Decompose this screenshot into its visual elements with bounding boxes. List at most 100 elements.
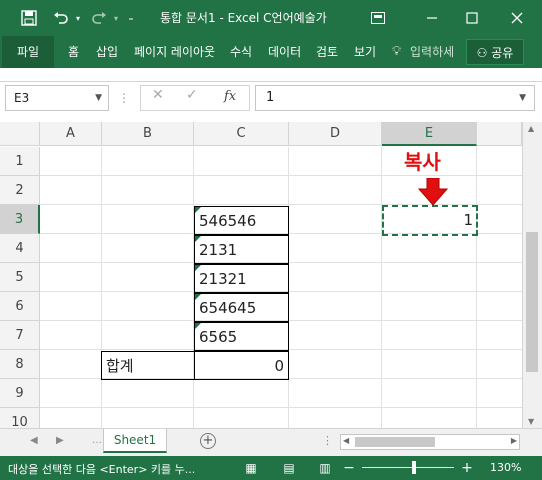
number-as-text-indicator <box>195 236 201 242</box>
close-icon[interactable] <box>505 8 529 28</box>
row-header-3[interactable]: 3 <box>0 205 40 234</box>
next-sheet-icon[interactable]: ▶ <box>56 435 64 446</box>
row-header-5[interactable]: 5 <box>0 263 40 292</box>
title-bar: ▾ ▾ ₌ 통합 문서1 - Excel C언어예술가 <box>0 0 542 36</box>
column-header-b[interactable]: B <box>102 122 194 146</box>
undo-dropdown-icon[interactable]: ▾ <box>72 8 84 28</box>
enter-icon[interactable]: ✓ <box>186 87 198 103</box>
number-as-text-indicator <box>195 207 201 213</box>
zoom-slider[interactable] <box>362 467 454 468</box>
vertical-scroll-thumb[interactable] <box>526 232 538 372</box>
number-as-text-indicator <box>195 294 201 300</box>
expand-formula-icon[interactable]: ▼ <box>519 86 526 110</box>
tab-review[interactable]: 검토 <box>316 36 338 68</box>
ribbon-display-icon[interactable] <box>368 8 388 28</box>
cell-c8-value: 0 <box>274 357 284 375</box>
add-sheet-icon[interactable]: + <box>200 433 216 449</box>
tab-file[interactable]: 파일 <box>2 36 54 68</box>
name-box-value: E3 <box>14 91 30 105</box>
page-layout-view-icon[interactable]: ▤ <box>280 459 298 477</box>
previous-sheet-icon[interactable]: ◀ <box>30 435 38 446</box>
status-bar: 대상을 선택한 다음 <Enter> 키를 누... ▦ ▤ ▥ − + 130… <box>0 456 542 480</box>
row-header-8[interactable]: 8 <box>0 350 40 379</box>
row-header-4[interactable]: 4 <box>0 234 40 263</box>
formula-input[interactable]: 1 ▼ <box>255 85 535 111</box>
cancel-icon[interactable]: ✕ <box>152 87 164 103</box>
minimize-icon[interactable] <box>420 8 444 28</box>
zoom-level[interactable]: 130% <box>490 461 521 474</box>
normal-view-icon[interactable]: ▦ <box>242 459 260 477</box>
name-box-dropdown-icon[interactable]: ▼ <box>95 86 102 110</box>
cell-c8[interactable]: 0 <box>194 351 289 380</box>
formula-bar: E3 ▼ ⋮ ✕ ✓ fx 1 ▼ <box>0 82 542 118</box>
horizontal-scrollbar[interactable]: ◀ ▶ <box>340 434 520 450</box>
number-as-text-indicator <box>195 265 201 271</box>
cell-c3-value: 546546 <box>199 212 257 230</box>
column-header-f[interactable] <box>477 122 522 146</box>
tab-insert[interactable]: 삽입 <box>96 36 118 68</box>
cell-b8[interactable]: 합계 <box>101 351 195 380</box>
status-message: 대상을 선택한 다음 <Enter> 키를 누... <box>8 463 196 476</box>
cell-c4-value: 2131 <box>199 241 238 259</box>
cell-c7[interactable]: 6565 <box>194 322 289 351</box>
sheet-tab-sheet1[interactable]: Sheet1 <box>103 429 167 453</box>
zoom-out-icon[interactable]: − <box>340 459 358 477</box>
tab-more-icon[interactable]: … <box>92 435 102 446</box>
scroll-up-icon[interactable]: ▲ <box>528 124 534 133</box>
undo-icon[interactable] <box>50 8 72 28</box>
column-header-e[interactable]: E <box>382 122 477 146</box>
tab-page-layout[interactable]: 페이지 레이아웃 <box>134 36 215 68</box>
column-header-c[interactable]: C <box>194 122 289 146</box>
formula-value: 1 <box>266 90 275 105</box>
scroll-down-icon[interactable]: ▼ <box>528 417 534 426</box>
tab-view[interactable]: 보기 <box>354 36 376 68</box>
zoom-in-icon[interactable]: + <box>458 459 476 477</box>
save-icon[interactable] <box>18 8 40 28</box>
cell-c6-value: 654645 <box>199 299 257 317</box>
copy-annotation: 복사 <box>404 150 441 174</box>
row-header-2[interactable]: 2 <box>0 176 40 205</box>
row-header-7[interactable]: 7 <box>0 321 40 350</box>
tab-home[interactable]: 홈 <box>68 36 79 68</box>
scroll-right-icon[interactable]: ▶ <box>511 436 517 445</box>
cell-c5-value: 21321 <box>199 270 247 288</box>
quick-access-menu-icon[interactable]: ₌ <box>124 8 138 28</box>
tab-data[interactable]: 데이터 <box>268 36 301 68</box>
share-button[interactable]: ⚇ 공유 <box>466 39 524 65</box>
horizontal-scroll-thumb[interactable] <box>355 437 435 447</box>
number-as-text-indicator <box>195 323 201 329</box>
insert-function-icon[interactable]: fx <box>224 89 236 104</box>
row-header-6[interactable]: 6 <box>0 292 40 321</box>
scroll-left-icon[interactable]: ◀ <box>343 436 349 445</box>
tab-formulas[interactable]: 수식 <box>230 36 252 68</box>
row-header-10[interactable]: 10 <box>0 408 40 428</box>
cell-c3[interactable]: 546546 <box>194 206 289 235</box>
person-icon: ⚇ <box>476 46 488 60</box>
lightbulb-icon[interactable]: 💡︎ <box>392 36 401 68</box>
redo-dropdown-icon[interactable]: ▾ <box>110 8 122 28</box>
down-arrow-icon <box>418 178 448 206</box>
cell-c6[interactable]: 654645 <box>194 293 289 322</box>
cell-c4[interactable]: 2131 <box>194 235 289 264</box>
tab-split-icon[interactable]: ⋮ <box>322 434 333 447</box>
window-title: 통합 문서1 - Excel C언어예술가 <box>160 11 327 25</box>
vertical-scrollbar[interactable]: ▲ ▼ <box>522 122 542 428</box>
sheet-tab-bar: ◀ ▶ … Sheet1 + ⋮ ◀ ▶ <box>0 428 542 456</box>
row-header-9[interactable]: 9 <box>0 379 40 408</box>
select-all-corner[interactable] <box>0 122 40 146</box>
page-break-preview-icon[interactable]: ▥ <box>316 459 334 477</box>
zoom-slider-thumb[interactable] <box>412 461 416 474</box>
cell-c7-value: 6565 <box>199 328 238 346</box>
tell-me-input[interactable]: 입력하세 <box>410 36 454 68</box>
cell-e3[interactable]: 1 <box>382 206 477 235</box>
name-box[interactable]: E3 ▼ <box>5 85 109 111</box>
column-header-a[interactable]: A <box>40 122 102 146</box>
row-header-1[interactable]: 1 <box>0 147 40 176</box>
cell-c5[interactable]: 21321 <box>194 264 289 293</box>
spreadsheet-grid[interactable]: A B C D E 1 2 3 4 5 6 7 8 9 10 546546 21… <box>0 122 522 428</box>
column-header-d[interactable]: D <box>289 122 382 146</box>
redo-icon[interactable] <box>88 8 110 28</box>
cell-b8-value: 합계 <box>106 357 134 375</box>
maximize-icon[interactable] <box>460 8 484 28</box>
formula-bar-resize-icon[interactable]: ⋮ <box>118 91 130 105</box>
